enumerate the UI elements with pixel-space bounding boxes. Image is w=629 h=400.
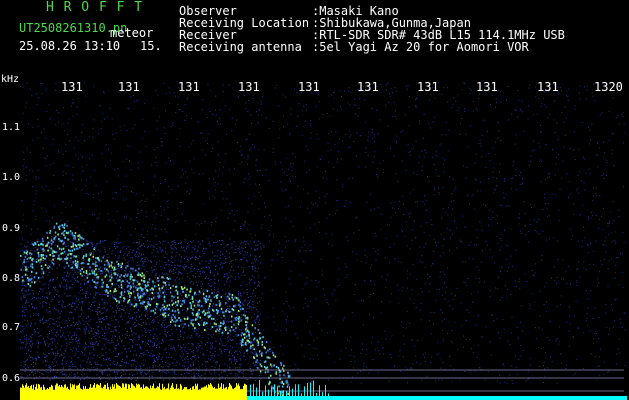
cyan-spike <box>253 383 254 396</box>
cyan-spike <box>295 384 296 396</box>
cyan-spike <box>277 386 278 396</box>
cyan-spike <box>322 392 323 396</box>
cyan-spike <box>268 389 269 396</box>
cyan-spike <box>316 393 317 396</box>
time-tick-label: 131 <box>178 80 200 94</box>
cyan-spike <box>319 385 320 396</box>
cyan-spike <box>283 390 284 396</box>
cyan-spike <box>313 380 314 396</box>
y-tick-label: 0.9 <box>2 223 20 234</box>
cyan-spike <box>265 385 266 396</box>
cyan-spike <box>328 393 329 396</box>
y-tick-label: 0.7 <box>2 322 20 333</box>
field-value-antenna: :5el Yagi Az 20 for Aomori VOR <box>312 40 529 54</box>
time-tick-label: 131 <box>417 80 439 94</box>
y-tick-label: 1.0 <box>2 172 20 183</box>
time-tick-label: 131 <box>298 80 320 94</box>
time-tick-label: 131 <box>537 80 559 94</box>
cyan-spike <box>256 387 257 396</box>
field-label-antenna: Receiving antenna <box>179 40 302 54</box>
cyan-spike <box>262 391 263 396</box>
cyan-spike <box>274 384 275 396</box>
cyan-spike <box>301 393 302 396</box>
cyan-spike <box>271 387 272 396</box>
spectrogram: 1.1 1.0 0.9 0.8 0.7 0.6 131 131 131 131 131 131 131 1… <box>2 80 627 400</box>
cyan-spike <box>298 384 299 396</box>
y-tick-label: 0.6 <box>2 373 20 384</box>
time-tick-label: 131 <box>476 80 498 94</box>
app-title: H R O F F T <box>46 0 144 15</box>
cyan-spike <box>259 380 260 396</box>
y-tick-label: 0.8 <box>2 273 20 284</box>
y-tick-label: 1.1 <box>2 122 20 133</box>
time-tick-label: 131 <box>238 80 260 94</box>
time-tick-label: 1320 <box>594 80 623 94</box>
cyan-spike <box>307 383 308 396</box>
time-tick-label: 131 <box>357 80 379 94</box>
yellow-band <box>20 383 247 400</box>
cyan-spike <box>280 391 281 396</box>
cyan-spike <box>289 386 290 396</box>
cyan-baseline <box>247 396 627 400</box>
cyan-spike <box>286 390 287 396</box>
cyan-spike <box>292 388 293 396</box>
meteor-echo <box>20 222 291 400</box>
time-tick-label: 131 <box>118 80 140 94</box>
seconds: 15. <box>140 39 162 53</box>
cyan-spike <box>325 385 326 396</box>
cyan-spike <box>304 386 305 396</box>
datetime: 25.08.26 13:10 <box>19 39 121 53</box>
y-unit: kHz <box>1 74 20 85</box>
type-label: meteor <box>110 26 154 40</box>
cyan-spike <box>310 382 311 396</box>
noise-field <box>20 82 626 385</box>
cyan-spike <box>250 384 251 396</box>
time-tick-label: 131 <box>61 80 83 94</box>
